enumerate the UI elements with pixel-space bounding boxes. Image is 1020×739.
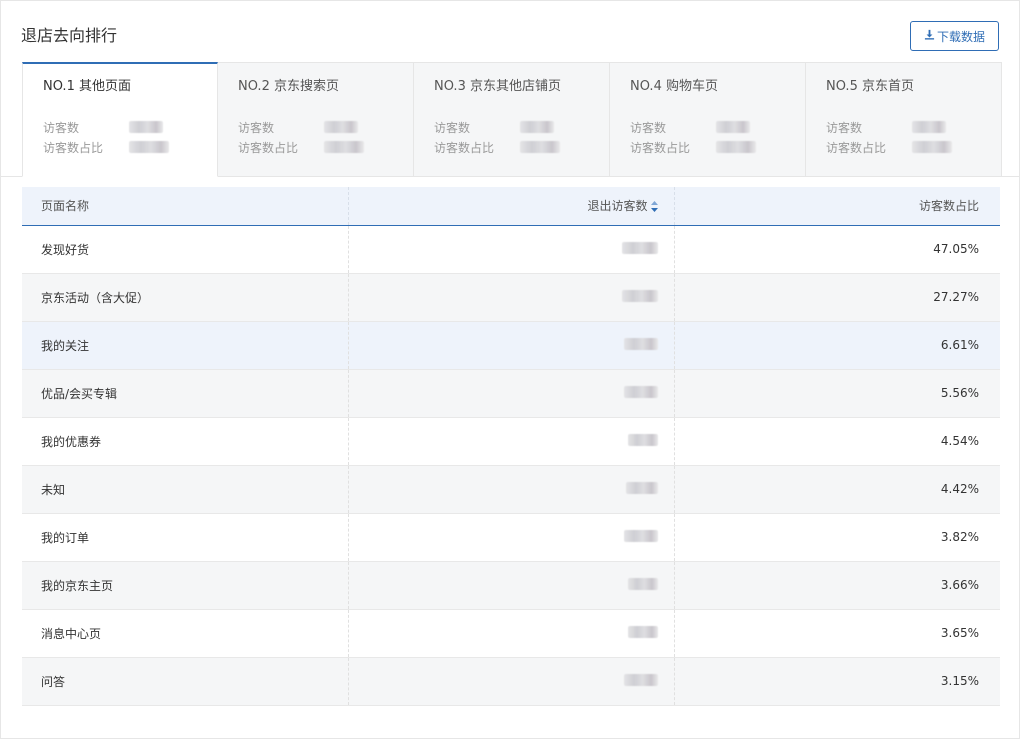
tab-title: NO.5 京东首页 — [826, 79, 914, 94]
visitor-share-cell: 4.42% — [674, 465, 1000, 514]
visitors-label: 访客数 — [238, 120, 275, 135]
page-name-cell: 我的订单 — [22, 513, 348, 562]
page-name-cell: 发现好货 — [22, 225, 348, 274]
tab-title: NO.4 购物车页 — [630, 79, 718, 94]
page-name-cell: 京东活动（含大促） — [22, 273, 348, 322]
redacted-value — [627, 577, 658, 590]
visitors-label: 访客数 — [43, 120, 80, 135]
tab-title: NO.2 京东搜索页 — [238, 79, 339, 94]
exit-visitors-cell — [347, 321, 675, 370]
visitor-share-cell: 47.05% — [674, 225, 1000, 274]
exit-visitors-cell — [347, 417, 675, 466]
redacted-value — [324, 121, 358, 133]
exit-visitors-cell — [347, 561, 675, 610]
visitor-share-cell: 3.66% — [674, 561, 1000, 610]
visitor-share-cell: 6.61% — [674, 321, 1000, 370]
tab-title: NO.1 其他页面 — [43, 79, 131, 94]
tab-rank-4[interactable]: NO.4 购物车页 访客数 访客数占比 — [610, 62, 806, 177]
table-row[interactable]: 消息中心页 3.65% — [22, 609, 1000, 658]
page-name-cell: 问答 — [22, 657, 348, 706]
panel-title: 退店去向排行 — [21, 26, 118, 45]
redacted-value — [912, 141, 952, 153]
redacted-value — [520, 121, 554, 133]
tab-rank-3[interactable]: NO.3 京东其他店铺页 访客数 访客数占比 — [414, 62, 610, 177]
redacted-value — [324, 141, 364, 153]
visitor-share-cell: 4.54% — [674, 417, 1000, 466]
redacted-value — [520, 141, 560, 153]
download-icon — [924, 29, 935, 43]
redacted-value — [912, 121, 946, 133]
visitor-share-cell: 3.65% — [674, 609, 1000, 658]
table-row[interactable]: 我的关注 6.61% — [22, 321, 1000, 370]
redacted-value — [716, 121, 750, 133]
share-label: 访客数占比 — [43, 140, 104, 155]
table-row[interactable]: 我的京东主页 3.66% — [22, 561, 1000, 610]
table-row[interactable]: 我的优惠券 4.54% — [22, 417, 1000, 466]
visitors-label: 访客数 — [630, 120, 667, 135]
exit-visitors-cell — [347, 369, 675, 418]
share-label: 访客数占比 — [238, 140, 299, 155]
redacted-value — [621, 289, 658, 302]
page-name-cell: 消息中心页 — [22, 609, 348, 658]
redacted-value — [716, 141, 756, 153]
column-header-visitor-share: 访客数占比 — [674, 187, 1000, 226]
table-row[interactable]: 我的订单 3.82% — [22, 513, 1000, 562]
page-name-cell: 我的优惠券 — [22, 417, 348, 466]
column-header-page-name: 页面名称 — [22, 187, 348, 226]
page-name-cell: 我的关注 — [22, 321, 348, 370]
redacted-value — [627, 625, 658, 638]
table-row[interactable]: 京东活动（含大促） 27.27% — [22, 273, 1000, 322]
table-row[interactable]: 发现好货 47.05% — [22, 225, 1000, 274]
redacted-value — [129, 121, 163, 133]
exit-destination-panel: 退店去向排行 下载数据 NO.1 其他页面 访客数 访客数占比 NO.2 京东搜… — [0, 0, 1020, 739]
table-row[interactable]: 优品/会买专辑 5.56% — [22, 369, 1000, 418]
redacted-value — [623, 337, 658, 350]
exit-visitors-cell — [347, 513, 675, 562]
exit-visitors-cell — [347, 225, 675, 274]
column-header-exit-visitors[interactable]: 退出访客数 — [347, 187, 675, 226]
redacted-value — [621, 241, 658, 254]
visitor-share-cell: 27.27% — [674, 273, 1000, 322]
redacted-value — [623, 673, 658, 686]
redacted-value — [627, 433, 658, 446]
sort-icon[interactable] — [650, 201, 658, 213]
table-row[interactable]: 未知 4.42% — [22, 465, 1000, 514]
exit-visitors-cell — [347, 657, 675, 706]
share-label: 访客数占比 — [630, 140, 691, 155]
page-name-cell: 优品/会买专辑 — [22, 369, 348, 418]
column-header-label: 退出访客数 — [587, 199, 648, 214]
download-data-button[interactable]: 下载数据 — [910, 21, 999, 51]
page-name-cell: 未知 — [22, 465, 348, 514]
visitor-share-cell: 5.56% — [674, 369, 1000, 418]
tab-title: NO.3 京东其他店铺页 — [434, 79, 561, 94]
visitor-share-cell: 3.15% — [674, 657, 1000, 706]
redacted-value — [623, 385, 658, 398]
redacted-value — [623, 529, 658, 542]
table-header-row: 页面名称 退出访客数 访客数占比 — [22, 187, 1000, 226]
exit-page-table: 页面名称 退出访客数 访客数占比 发现好货 47.05% 京东活动（含大促） 2… — [22, 187, 1000, 706]
exit-visitors-cell — [347, 609, 675, 658]
tab-rank-5[interactable]: NO.5 京东首页 访客数 访客数占比 — [806, 62, 1002, 177]
download-data-label: 下载数据 — [936, 29, 985, 44]
tab-rank-2[interactable]: NO.2 京东搜索页 访客数 访客数占比 — [218, 62, 414, 177]
redacted-value — [129, 141, 169, 153]
visitor-share-cell: 3.82% — [674, 513, 1000, 562]
exit-visitors-cell — [347, 465, 675, 514]
ranking-tabs: NO.1 其他页面 访客数 访客数占比 NO.2 京东搜索页 访客数 访客数占比… — [22, 62, 1002, 177]
share-label: 访客数占比 — [826, 140, 887, 155]
redacted-value — [625, 481, 658, 494]
exit-visitors-cell — [347, 273, 675, 322]
visitors-label: 访客数 — [826, 120, 863, 135]
panel-header: 退店去向排行 下载数据 — [21, 21, 999, 53]
visitors-label: 访客数 — [434, 120, 471, 135]
tab-rank-1[interactable]: NO.1 其他页面 访客数 访客数占比 — [22, 62, 218, 177]
share-label: 访客数占比 — [434, 140, 495, 155]
table-row[interactable]: 问答 3.15% — [22, 657, 1000, 706]
page-name-cell: 我的京东主页 — [22, 561, 348, 610]
